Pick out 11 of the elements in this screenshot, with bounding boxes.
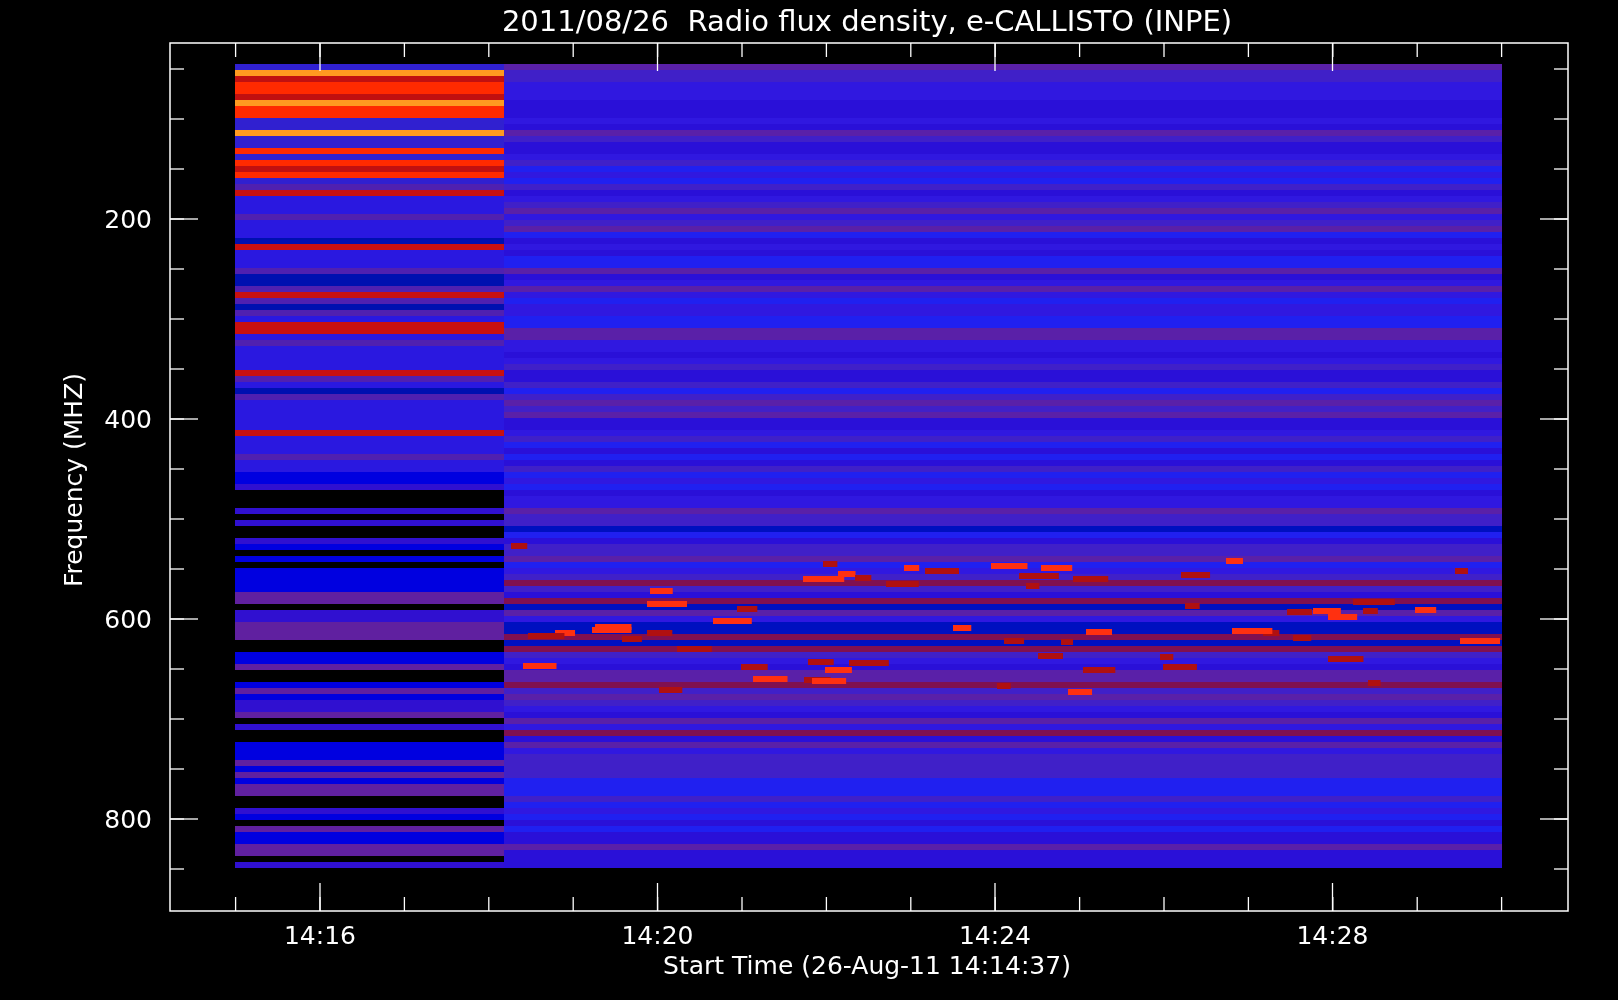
- x-tick-label: 14:24: [959, 921, 1031, 950]
- y-tick-label: 600: [104, 605, 152, 634]
- x-tick-label: 14:20: [621, 921, 694, 950]
- x-tick-label: 14:16: [284, 921, 356, 950]
- y-tick-label: 800: [104, 805, 152, 834]
- y-tick-label: 200: [104, 205, 152, 234]
- y-tick-label: 400: [104, 405, 152, 434]
- chart-title: 2011/08/26 Radio flux density, e-CALLISTO (INPE): [501, 4, 1233, 38]
- x-tick-label: 14:28: [1296, 921, 1369, 950]
- y-axis-label: Frequency (MHZ): [59, 372, 88, 588]
- x-axis-label: Start Time (26-Aug-11 14:14:37): [663, 951, 1071, 980]
